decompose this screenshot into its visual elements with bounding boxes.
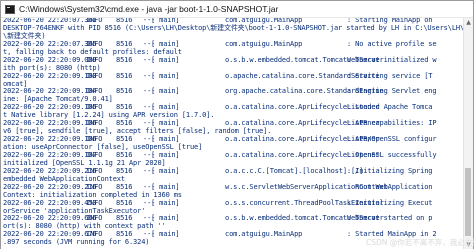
log-continuation: .897 seconds (JVM running for 6.324) [3, 238, 150, 247]
log-message: : APR capabilities: IP [347, 119, 437, 128]
log-thread: [ main] [151, 230, 180, 239]
log-pid: 8516 [116, 87, 133, 96]
csdn-watermark: CSDN @你若不离不弃，我必生死相依 [366, 238, 474, 247]
title-bar[interactable]: C:\Windows\System32\cmd.exe - java -jar … [1, 1, 473, 18]
log-message: : Tomcat started on p [347, 214, 433, 223]
cmd-icon [5, 4, 15, 14]
log-message: : Tomcat initialized w [347, 55, 437, 64]
console-output[interactable]: 2022-06-20 22:20:07.361 INFO 8516 ---[ main… [1, 18, 465, 249]
log-thread: [ main] [151, 198, 180, 207]
console-lines: 2022-06-20 22:20:07.361 INFO 8516 ---[ main… [3, 18, 465, 247]
log-message: : Root WebApplication [347, 182, 433, 191]
log-thread: [ main] [151, 87, 180, 96]
log-level: INFO [86, 71, 103, 80]
log-message: : OpenSSL successfully [347, 150, 437, 159]
vertical-scrollbar[interactable]: ▲ ▼ [463, 18, 473, 249]
log-thread: [ main] [151, 55, 180, 64]
log-message: : Loaded Apache Tomca [347, 103, 433, 112]
console-line: 2022-06-20 22:20:09.103 INFO 8516 ---[ main… [3, 71, 463, 81]
log-message: : Initializing Execut [347, 198, 433, 207]
scroll-up-arrow-icon[interactable]: ▲ [464, 18, 473, 27]
log-logger: com.atguigu.MainApp [225, 230, 303, 239]
log-pid: 8516 [116, 71, 133, 80]
log-logger: com.atguigu.MainApp [225, 39, 303, 48]
window-title: C:\Windows\System32\cmd.exe - java -jar … [19, 4, 279, 14]
scrollbar-thumb[interactable] [465, 168, 471, 236]
log-pid: 8516 [116, 55, 133, 64]
log-continuation: DESKTOP-764ENKF with PID 8516 (C:\Users\… [3, 23, 465, 32]
console-line: DESKTOP-764ENKF with PID 8516 (C:\Users\… [3, 23, 465, 33]
log-message: : Initializing Spring [347, 166, 433, 175]
log-message: : Starting service [T [347, 71, 433, 80]
log-logger: o.a.c.c.C.[Tomcat].[localhost].[/] [225, 166, 364, 175]
log-message: : Starting Servlet eng [347, 87, 437, 96]
cmd-window: C:\Windows\System32\cmd.exe - java -jar … [0, 0, 474, 249]
log-thread: [ main] [151, 71, 180, 80]
log-message: : No active profile se [347, 39, 437, 48]
log-message: : APR/OpenSSL configur [347, 135, 437, 144]
log-thread: [ main] [151, 166, 180, 175]
